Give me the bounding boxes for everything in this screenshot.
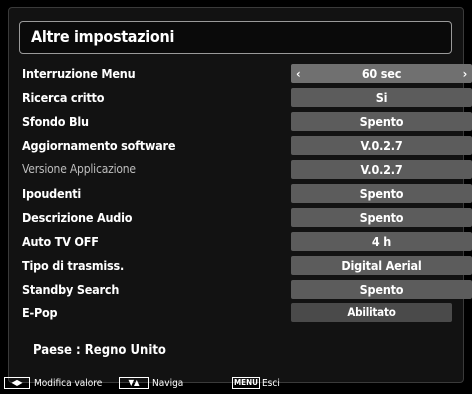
- setting-value: Si: [375, 90, 388, 105]
- setting-row-blue-background[interactable]: Sfondo Blu Spento: [19, 112, 472, 131]
- setting-value: Abilitato: [347, 305, 396, 319]
- setting-value-box[interactable]: 4 h: [291, 232, 472, 251]
- setting-value: Spento: [359, 186, 404, 201]
- setting-label: Auto TV OFF: [22, 234, 99, 249]
- setting-label: Ricerca critto: [22, 90, 105, 105]
- setting-label: Descrizione Audio: [22, 210, 133, 225]
- setting-value-box: V.0.2.7: [291, 160, 472, 179]
- setting-value-box[interactable]: Digital Aerial: [291, 256, 472, 275]
- setting-value-box[interactable]: Spento: [291, 280, 472, 299]
- setting-row-scrambled-search[interactable]: Ricerca critto Si: [19, 88, 472, 107]
- page-title: Altre impostazioni: [31, 27, 175, 46]
- up-down-keys-icon: ▼▲: [119, 377, 149, 389]
- menu-key-icon: MENU: [232, 377, 260, 389]
- chevron-right-icon[interactable]: ›: [463, 66, 468, 81]
- setting-value-box[interactable]: Si: [291, 88, 472, 107]
- hint-modify: Modifica valore: [34, 378, 103, 389]
- setting-row-auto-tv-off[interactable]: Auto TV OFF 4 h: [19, 232, 472, 251]
- setting-row-menu-timeout[interactable]: Interruzione Menu ‹ 60 sec ›: [19, 64, 472, 83]
- setting-label: Tipo di trasmiss.: [22, 258, 125, 273]
- hint-navigate: Naviga: [152, 378, 184, 389]
- setting-label: Standby Search: [22, 282, 120, 297]
- setting-label: Ipoudenti: [22, 186, 82, 201]
- setting-value-selector[interactable]: ‹ 60 sec ›: [291, 64, 472, 83]
- setting-label: Aggiornamento software: [22, 138, 176, 153]
- setting-row-hard-of-hearing[interactable]: Ipoudenti Spento: [19, 184, 472, 203]
- setting-row-software-update[interactable]: Aggiornamento software V.0.2.7: [19, 136, 472, 155]
- setting-value: Spento: [359, 114, 404, 129]
- setting-row-epop[interactable]: E-Pop Abilitato: [19, 303, 452, 322]
- setting-label: Interruzione Menu: [22, 66, 136, 81]
- setting-value-box[interactable]: V.0.2.7: [291, 136, 472, 155]
- setting-value-box[interactable]: Spento: [291, 184, 472, 203]
- country-info: Paese : Regno Unito: [33, 343, 166, 358]
- page-title-box: Altre impostazioni: [19, 21, 452, 54]
- left-right-keys-icon: ◀▶: [4, 377, 30, 389]
- setting-value: 60 sec: [361, 66, 402, 81]
- setting-label: E-Pop: [22, 305, 58, 320]
- setting-value: Spento: [359, 282, 404, 297]
- setting-value: 4 h: [371, 234, 392, 249]
- setting-label: Versione Applicazione: [22, 162, 136, 176]
- setting-row-app-version: Versione Applicazione V.0.2.7: [19, 160, 472, 179]
- setting-value: V.0.2.7: [360, 162, 403, 177]
- setting-value-box[interactable]: Spento: [291, 208, 472, 227]
- setting-value-box[interactable]: Abilitato: [291, 303, 452, 322]
- setting-row-broadcast-type[interactable]: Tipo di trasmiss. Digital Aerial: [19, 256, 472, 275]
- setting-row-audio-description[interactable]: Descrizione Audio Spento: [19, 208, 472, 227]
- footer-hints: ◀▶ Modifica valore ▼▲ Naviga MENU Esci: [0, 376, 472, 394]
- hint-exit: Esci: [262, 378, 280, 389]
- setting-value-box[interactable]: Spento: [291, 112, 472, 131]
- setting-label: Sfondo Blu: [22, 114, 89, 129]
- setting-value: V.0.2.7: [360, 138, 403, 153]
- setting-row-standby-search[interactable]: Standby Search Spento: [19, 280, 472, 299]
- setting-value: Digital Aerial: [341, 258, 422, 273]
- setting-value: Spento: [359, 210, 404, 225]
